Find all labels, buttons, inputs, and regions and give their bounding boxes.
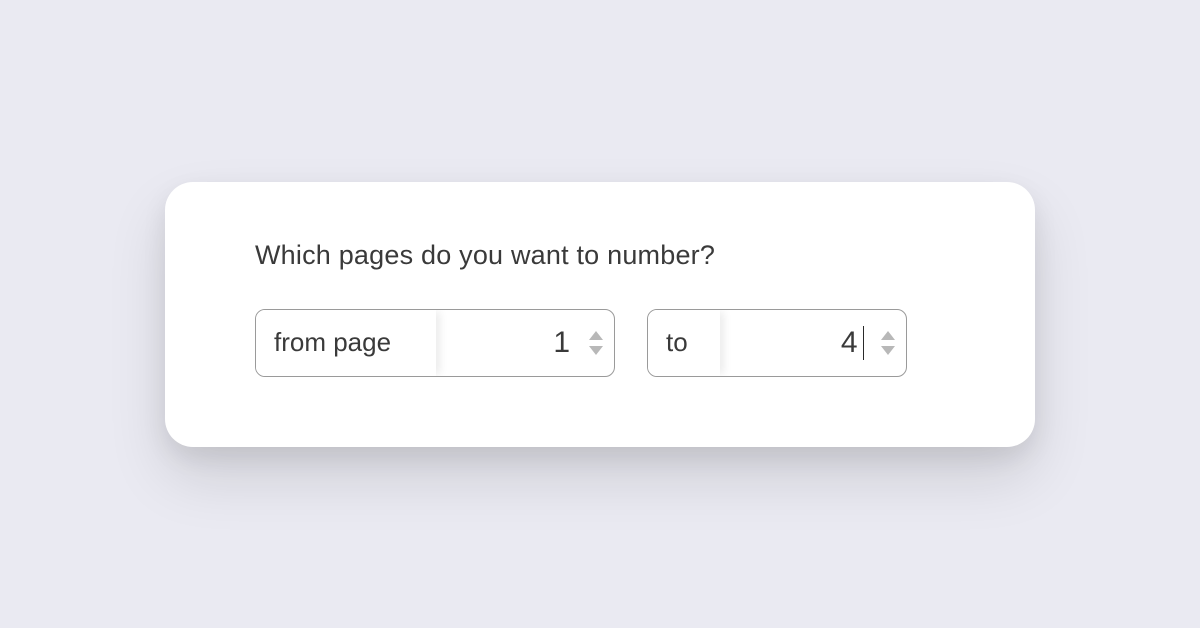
page-number-dialog: Which pages do you want to number? from … — [165, 182, 1035, 447]
chevron-down-icon — [589, 346, 603, 355]
from-page-stepper — [580, 310, 614, 376]
to-page-field[interactable]: to 4 — [647, 309, 907, 377]
chevron-up-icon — [589, 331, 603, 340]
page-range-inputs: from page 1 to 4 — [255, 309, 945, 377]
from-page-field[interactable]: from page 1 — [255, 309, 615, 377]
to-page-input[interactable]: 4 — [720, 310, 872, 376]
from-page-value: 1 — [553, 326, 574, 360]
from-page-increment[interactable] — [588, 329, 604, 341]
from-page-decrement[interactable] — [588, 344, 604, 356]
to-page-stepper — [872, 310, 906, 376]
text-cursor — [863, 326, 865, 360]
dialog-prompt: Which pages do you want to number? — [255, 240, 945, 271]
to-page-increment[interactable] — [880, 329, 896, 341]
from-page-input[interactable]: 1 — [436, 310, 580, 376]
chevron-up-icon — [881, 331, 895, 340]
to-page-decrement[interactable] — [880, 344, 896, 356]
from-page-label: from page — [256, 310, 436, 376]
chevron-down-icon — [881, 346, 895, 355]
to-page-label: to — [648, 310, 720, 376]
to-page-value: 4 — [841, 326, 862, 360]
